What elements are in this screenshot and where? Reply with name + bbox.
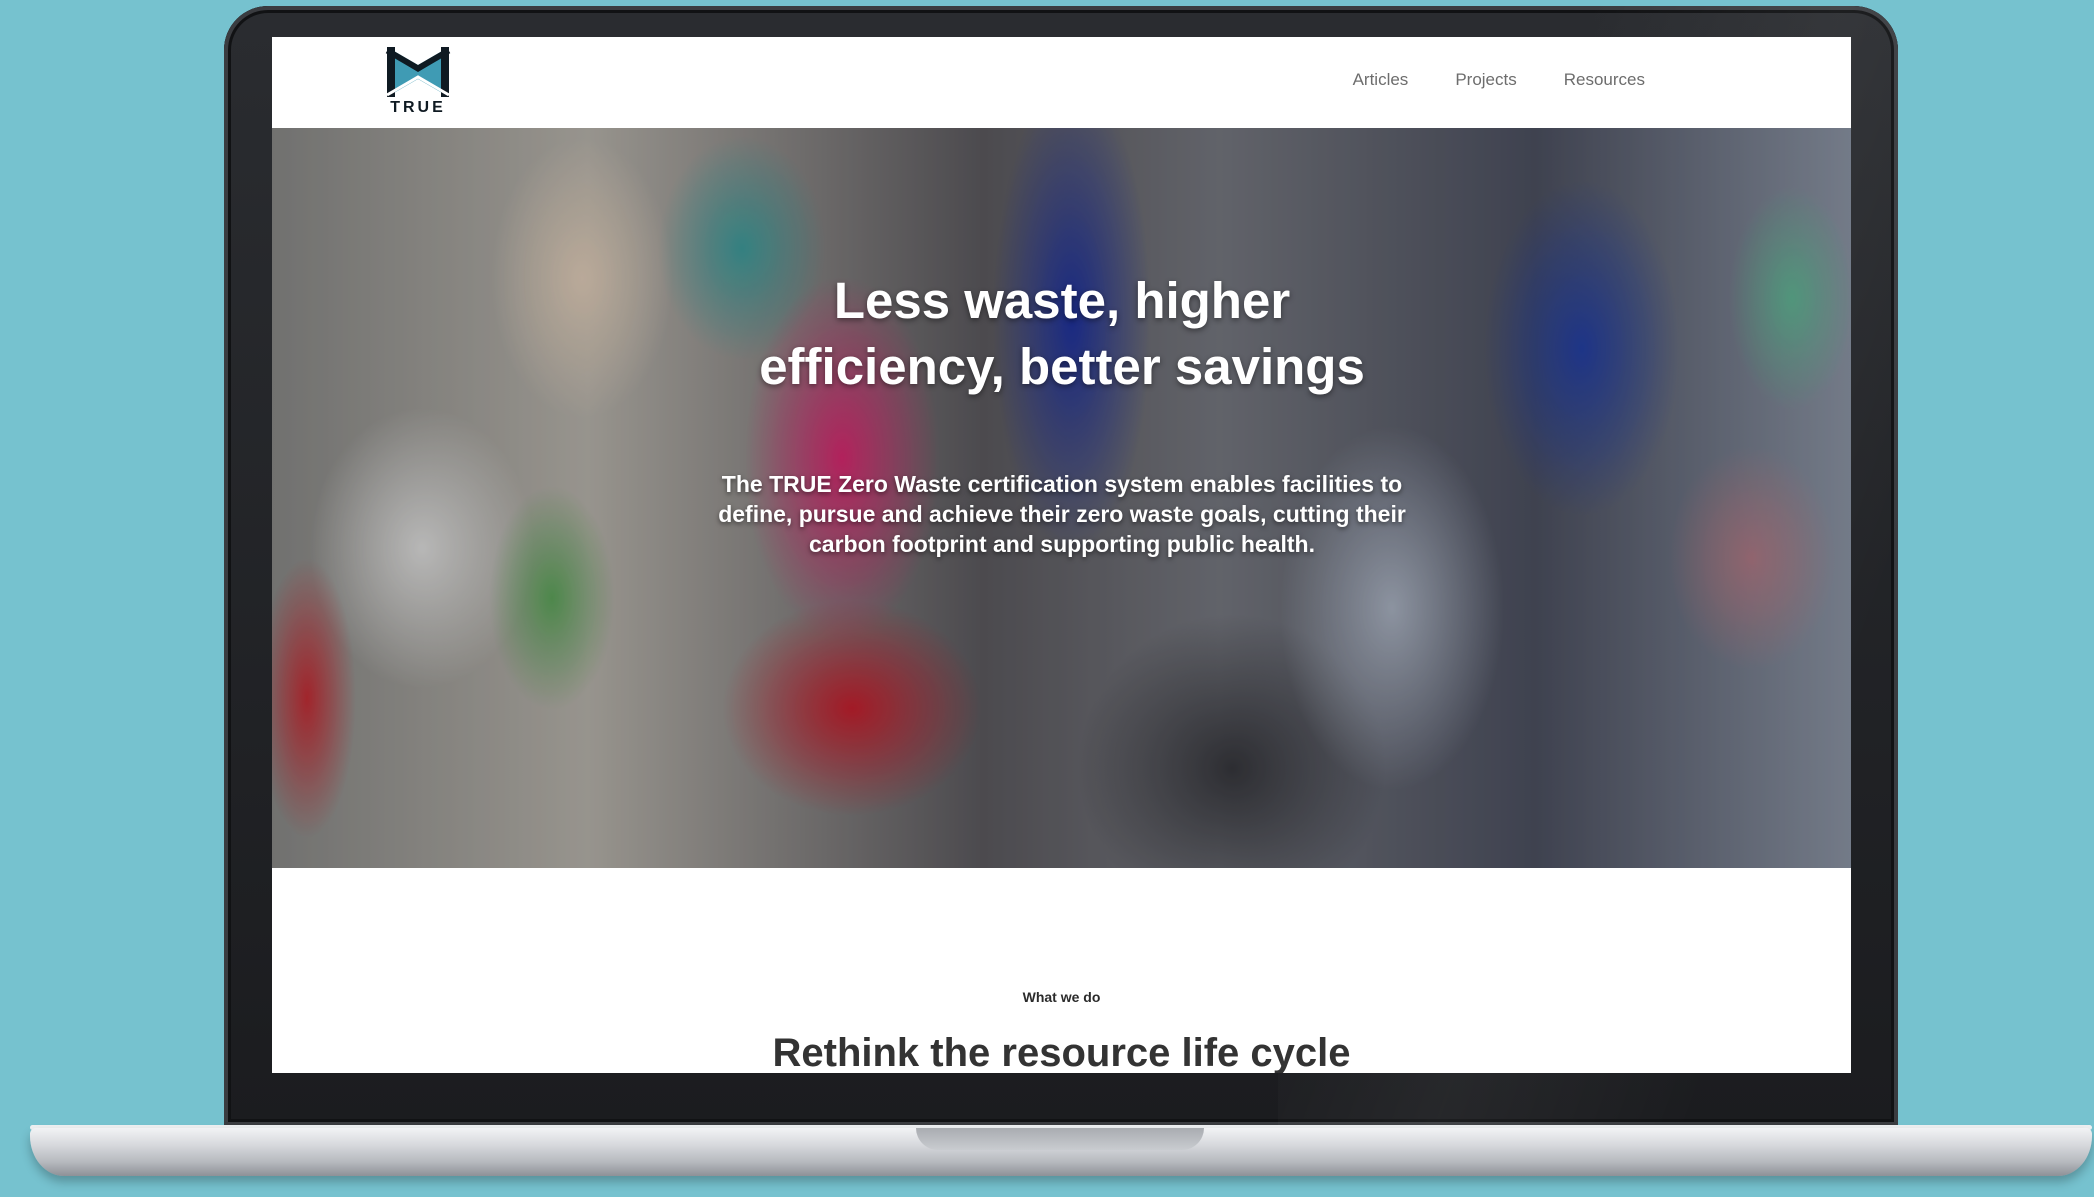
hero-title-line-2: efficiency, better savings	[759, 338, 1365, 395]
nav-link-articles[interactable]: Articles	[1353, 70, 1409, 90]
laptop-screen: TRUE Articles Projects Resources Less wa…	[272, 37, 1851, 1073]
hero-banner: Less waste, higher efficiency, better sa…	[272, 128, 1851, 868]
nav-link-resources[interactable]: Resources	[1564, 70, 1645, 90]
device-mockup: TRUE Articles Projects Resources Less wa…	[0, 0, 2094, 1197]
hero-subtitle: The TRUE Zero Waste certification system…	[718, 471, 1406, 557]
nav-link-projects[interactable]: Projects	[1455, 70, 1516, 90]
what-we-do-section: What we do Rethink the resource life cyc…	[272, 868, 1851, 1073]
hero-title-line-1: Less waste, higher	[833, 272, 1291, 329]
laptop-base-notch	[916, 1128, 1204, 1150]
section-heading: Rethink the resource life cycle	[772, 1031, 1351, 1073]
logo-wordmark: TRUE	[390, 99, 446, 116]
main-nav: Articles Projects Resources	[1353, 70, 1645, 90]
site-header: TRUE Articles Projects Resources	[272, 37, 1851, 128]
hero-title: Less waste, higher efficiency, better sa…	[662, 268, 1462, 400]
section-eyebrow: What we do	[1022, 989, 1101, 1005]
